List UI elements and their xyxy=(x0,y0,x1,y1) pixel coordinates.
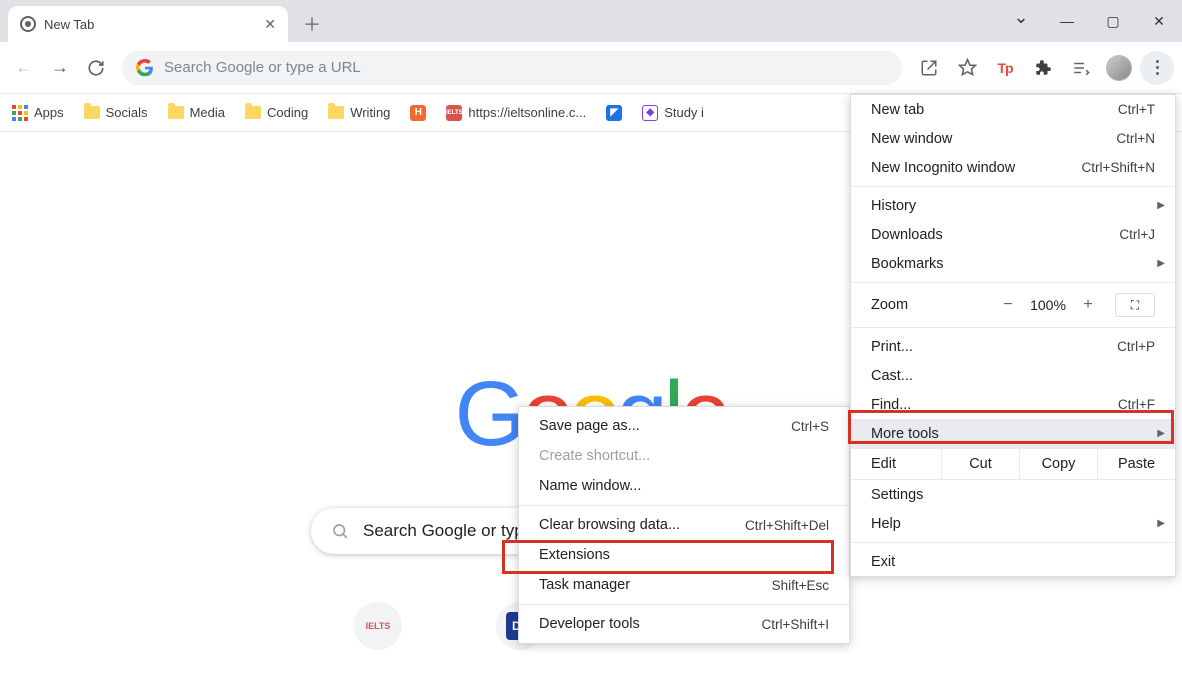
menu-new-tab[interactable]: New tabCtrl+T xyxy=(851,95,1175,124)
chevron-right-icon: ▶ xyxy=(1157,200,1165,211)
edit-label: Edit xyxy=(851,449,941,479)
bookmark-star-icon[interactable] xyxy=(950,51,984,85)
chevron-right-icon: ▶ xyxy=(1157,518,1165,529)
chrome-main-menu: New tabCtrl+T New windowCtrl+N New Incog… xyxy=(850,94,1176,577)
window-controls: — ▢ ✕ xyxy=(998,0,1182,42)
tab-search-button[interactable] xyxy=(998,0,1044,42)
menu-new-window[interactable]: New windowCtrl+N xyxy=(851,124,1175,153)
menu-settings[interactable]: Settings xyxy=(851,480,1175,509)
share-icon[interactable] xyxy=(912,51,946,85)
menu-print[interactable]: Print...Ctrl+P xyxy=(851,332,1175,361)
chevron-right-icon: ▶ xyxy=(1157,428,1165,439)
forward-button[interactable]: → xyxy=(44,52,76,84)
bookmark-folder-writing[interactable]: Writing xyxy=(328,105,390,120)
shortcut-tile[interactable]: IELTS xyxy=(354,602,402,650)
folder-icon xyxy=(168,106,184,119)
menu-incognito[interactable]: New Incognito windowCtrl+Shift+N xyxy=(851,153,1175,182)
reload-button[interactable] xyxy=(80,52,112,84)
bookmark-folder-socials[interactable]: Socials xyxy=(84,105,148,120)
bookmark-site-study[interactable]: ◆Study i xyxy=(642,105,704,121)
extensions-puzzle-icon[interactable] xyxy=(1026,51,1060,85)
tab-title: New Tab xyxy=(44,17,256,32)
maximize-button[interactable]: ▢ xyxy=(1090,0,1136,42)
submenu-clear-data[interactable]: Clear browsing data...Ctrl+Shift+Del xyxy=(519,510,849,540)
bookmark-folder-media[interactable]: Media xyxy=(168,105,225,120)
search-icon xyxy=(331,522,349,540)
close-window-button[interactable]: ✕ xyxy=(1136,0,1182,42)
address-bar[interactable]: Search Google or type a URL xyxy=(122,51,902,85)
site-icon: ◤ xyxy=(606,105,622,121)
folder-icon xyxy=(245,106,261,119)
submenu-extensions[interactable]: Extensions xyxy=(519,540,849,570)
menu-more-tools[interactable]: More tools▶ xyxy=(851,419,1175,448)
menu-edit-row: Edit Cut Copy Paste xyxy=(851,448,1175,480)
bookmark-folder-coding[interactable]: Coding xyxy=(245,105,308,120)
profile-avatar[interactable] xyxy=(1102,51,1136,85)
bookmark-site-h[interactable]: H xyxy=(410,105,426,121)
submenu-task-manager[interactable]: Task managerShift+Esc xyxy=(519,570,849,600)
minimize-button[interactable]: — xyxy=(1044,0,1090,42)
menu-exit[interactable]: Exit xyxy=(851,547,1175,576)
browser-tab[interactable]: New Tab ✕ xyxy=(8,6,288,42)
toolbar: ← → Search Google or type a URL Tp xyxy=(0,42,1182,94)
apps-shortcut[interactable]: Apps xyxy=(12,105,64,121)
paste-button[interactable]: Paste xyxy=(1097,449,1175,479)
menu-cast[interactable]: Cast... xyxy=(851,361,1175,390)
submenu-create-shortcut: Create shortcut... xyxy=(519,441,849,471)
cut-button[interactable]: Cut xyxy=(941,449,1019,479)
chrome-favicon-icon xyxy=(20,16,36,32)
menu-history[interactable]: History▶ xyxy=(851,191,1175,220)
chevron-right-icon: ▶ xyxy=(1157,258,1165,269)
menu-find[interactable]: Find...Ctrl+F xyxy=(851,390,1175,419)
submenu-name-window[interactable]: Name window... xyxy=(519,471,849,501)
site-icon: IELTS xyxy=(446,105,462,121)
more-tools-submenu: Save page as...Ctrl+S Create shortcut...… xyxy=(518,406,850,644)
copy-button[interactable]: Copy xyxy=(1019,449,1097,479)
menu-help[interactable]: Help▶ xyxy=(851,509,1175,538)
menu-zoom: Zoom − 100% + ⛶ xyxy=(851,287,1175,323)
extension-tp-icon[interactable]: Tp xyxy=(988,51,1022,85)
zoom-label: Zoom xyxy=(871,297,908,313)
menu-bookmarks[interactable]: Bookmarks▶ xyxy=(851,249,1175,278)
site-icon: H xyxy=(410,105,426,121)
new-tab-button[interactable]: ＋ xyxy=(298,10,326,38)
chrome-menu-button[interactable] xyxy=(1140,51,1174,85)
titlebar: New Tab ✕ ＋ — ▢ ✕ xyxy=(0,0,1182,42)
folder-icon xyxy=(328,106,344,119)
site-icon: ◆ xyxy=(642,105,658,121)
close-tab-icon[interactable]: ✕ xyxy=(264,16,276,33)
apps-grid-icon xyxy=(12,105,28,121)
google-g-icon xyxy=(136,59,154,77)
media-control-icon[interactable] xyxy=(1064,51,1098,85)
bookmark-site-blue[interactable]: ◤ xyxy=(606,105,622,121)
bookmark-site-ielts[interactable]: IELTShttps://ieltsonline.c... xyxy=(446,105,586,121)
submenu-save-page[interactable]: Save page as...Ctrl+S xyxy=(519,411,849,441)
fullscreen-button[interactable]: ⛶ xyxy=(1115,293,1155,317)
folder-icon xyxy=(84,106,100,119)
back-button[interactable]: ← xyxy=(8,52,40,84)
menu-downloads[interactable]: DownloadsCtrl+J xyxy=(851,220,1175,249)
zoom-value: 100% xyxy=(1023,297,1073,313)
submenu-developer-tools[interactable]: Developer toolsCtrl+Shift+I xyxy=(519,609,849,639)
apps-label: Apps xyxy=(34,105,64,120)
zoom-out-button[interactable]: − xyxy=(993,296,1023,314)
zoom-in-button[interactable]: + xyxy=(1073,296,1103,314)
omnibox-placeholder: Search Google or type a URL xyxy=(164,59,361,76)
